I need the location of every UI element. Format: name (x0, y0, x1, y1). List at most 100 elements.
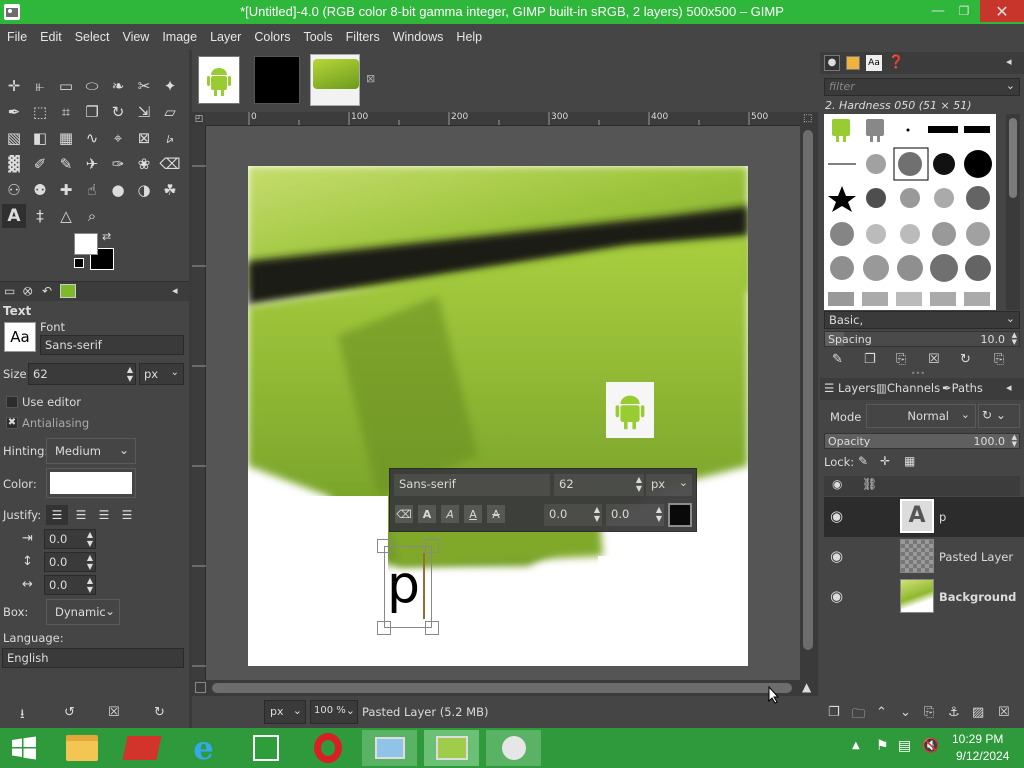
show-hidden-icons[interactable]: ▲ (852, 740, 860, 751)
file-explorer-icon[interactable] (54, 730, 109, 766)
blur-icon[interactable]: ● (106, 178, 130, 202)
new-layer-group-icon[interactable]: 🗀 (852, 705, 865, 727)
restore-button[interactable]: ❐ (952, 0, 976, 22)
mode-switch-button[interactable]: ↻ ⌄ (978, 404, 1020, 428)
duplicate-layer-icon[interactable]: ⎘ (924, 705, 934, 720)
close-button[interactable]: ✕ (980, 0, 1024, 22)
swap-colors-icon[interactable]: ⇄ (102, 230, 111, 243)
internet-explorer-icon[interactable]: e (176, 729, 231, 767)
ink-icon[interactable]: ✑ (106, 152, 130, 176)
menu-windows[interactable]: Windows (386, 30, 450, 44)
brush-filter-input[interactable]: filter ⌄ (824, 78, 1020, 96)
device-status-tab-icon[interactable]: ⭙ (23, 284, 33, 299)
reset-options-icon[interactable]: ↻ (154, 705, 165, 720)
resize-handle-tl[interactable] (377, 539, 391, 553)
spin-arrows-icon[interactable]: ▲ ▼ (87, 576, 93, 594)
scissors-icon[interactable]: ✂ (132, 74, 156, 98)
remote-desktop-icon[interactable] (362, 730, 417, 766)
color-picker-icon[interactable]: ‡ (28, 204, 52, 228)
new-layer-icon[interactable]: ❐ (828, 705, 840, 720)
spin-arrows-icon[interactable]: ▲ ▼ (656, 505, 662, 523)
crop-icon[interactable]: ⌗ (54, 100, 78, 124)
hinting-select[interactable]: Medium ⌄ (46, 438, 136, 464)
new-brush-icon[interactable]: ❐ (864, 352, 876, 367)
foreground-color-swatch[interactable] (74, 233, 98, 255)
rect-select-icon[interactable]: ▭ (54, 74, 78, 98)
images-tab-icon[interactable] (60, 284, 76, 298)
gimp-taskbar-icon[interactable] (424, 730, 479, 766)
pencil-icon[interactable]: ✎ (54, 152, 78, 176)
layer-row[interactable]: ◉ Background (824, 577, 1024, 617)
rotate-icon[interactable]: ↻ (106, 100, 130, 124)
flip-icon[interactable]: ◧ (28, 126, 52, 150)
perspective-clone-icon[interactable]: ⚉ (28, 178, 52, 202)
size-unit-select[interactable]: px ⌄ (139, 363, 184, 385)
size-spinbutton[interactable]: 62 ▲ ▼ (28, 363, 136, 385)
minimize-button[interactable]: — (926, 0, 950, 22)
bucket-fill-icon[interactable]: ⭟ (158, 126, 182, 150)
mypaint-brush-icon[interactable]: ❀ (132, 152, 156, 176)
warp-transform-icon[interactable]: ⊠ (132, 126, 156, 150)
start-button[interactable] (0, 730, 48, 766)
handle-transform-icon[interactable]: ⌖ (106, 126, 130, 150)
eye-icon[interactable]: ◉ (830, 587, 843, 605)
vertical-ruler[interactable] (192, 126, 206, 680)
airbrush-icon[interactable]: ✈ (80, 152, 104, 176)
cage-icon[interactable]: ▦ (54, 126, 78, 150)
configure-tab-icon[interactable]: ◂ (1006, 55, 1012, 68)
ellipse-select-icon[interactable]: ⬭ (80, 74, 104, 98)
menu-edit[interactable]: Edit (33, 30, 68, 44)
smudge-icon[interactable]: ☝ (80, 178, 104, 202)
eye-icon[interactable]: ◉ (830, 547, 843, 565)
clear-style-icon[interactable]: ⌫ (395, 505, 413, 523)
undo-history-tab-icon[interactable]: ↶ (42, 284, 52, 298)
indent-spinbutton[interactable]: 0.0 ▲ ▼ (44, 529, 96, 549)
font-preview-icon[interactable]: Aa (4, 322, 36, 352)
image-canvas[interactable] (248, 166, 748, 666)
app-red-icon[interactable] (114, 730, 169, 766)
delete-layer-icon[interactable]: ☒ (998, 705, 1010, 720)
toolbox-size-spinbutton[interactable]: 62 ▲ ▼ (554, 474, 644, 496)
image-tab-black[interactable] (254, 56, 300, 104)
brush-scroll-thumb[interactable] (1009, 118, 1017, 198)
clock-time[interactable]: 10:29 PM (952, 732, 1003, 746)
spin-arrows-icon[interactable]: ▲ ▼ (127, 365, 133, 383)
eraser-icon[interactable]: ⌫ (158, 152, 182, 176)
spin-arrows-icon[interactable]: ▲ ▼ (87, 553, 93, 571)
bold-style-icon[interactable]: A (418, 505, 436, 523)
restore-options-icon[interactable]: ↺ (64, 705, 75, 720)
tab-layers[interactable]: ☰ Layers (824, 381, 876, 395)
close-tab-icon[interactable]: ⊠ (366, 72, 375, 85)
default-colors-icon[interactable] (74, 258, 84, 268)
toolbox-color-button[interactable] (668, 503, 692, 527)
menu-file[interactable]: File (0, 30, 33, 44)
flag-icon[interactable]: ⚑ (876, 738, 889, 754)
resize-handle-tr[interactable] (425, 539, 439, 553)
unified-transform-icon[interactable]: ❐ (80, 100, 104, 124)
spin-arrows-icon[interactable]: ▲ ▼ (87, 530, 93, 548)
lower-layer-icon[interactable]: ⌄ (900, 705, 911, 720)
foreground-select-icon[interactable]: ☘ (158, 178, 182, 202)
warp-icon[interactable]: ∿ (80, 126, 104, 150)
zoom-select[interactable]: 100 % ⌄ (310, 700, 358, 724)
align-tool-icon[interactable]: ⫦ (28, 74, 52, 98)
raise-layer-icon[interactable]: ⌃ (876, 705, 887, 720)
underline-style-icon[interactable]: A (464, 505, 482, 523)
duplicate-brush-icon[interactable]: ⎘ (896, 352, 906, 367)
menu-filters[interactable]: Filters (339, 30, 386, 44)
save-options-icon[interactable]: ⭳ (20, 705, 25, 727)
tab-paths[interactable]: ✒Paths (942, 381, 983, 395)
delete-brush-icon[interactable]: ☒ (928, 352, 940, 367)
eye-icon[interactable]: ◉ (830, 507, 843, 525)
layer-row[interactable]: ◉ Pasted Layer (824, 537, 1024, 577)
font-input[interactable]: Sans-serif (40, 335, 184, 355)
configure-tab-icon[interactable]: ◂ (172, 284, 178, 297)
document-history-tab-icon[interactable]: ❓ (888, 55, 904, 70)
brushes-tab-icon[interactable]: ● (824, 55, 840, 71)
box-select[interactable]: Dynamic ⌄ (46, 599, 120, 625)
baseline-spinbutton[interactable]: 0.0 ▲ ▼ (544, 504, 602, 526)
spin-arrows-icon[interactable]: ▲ ▼ (1012, 434, 1017, 448)
vertical-scrollbar[interactable]: ⬚ (800, 112, 818, 682)
zoom-to-fit-icon[interactable]: ⬚ (803, 113, 815, 125)
lasso-icon[interactable]: ❧ (106, 74, 130, 98)
